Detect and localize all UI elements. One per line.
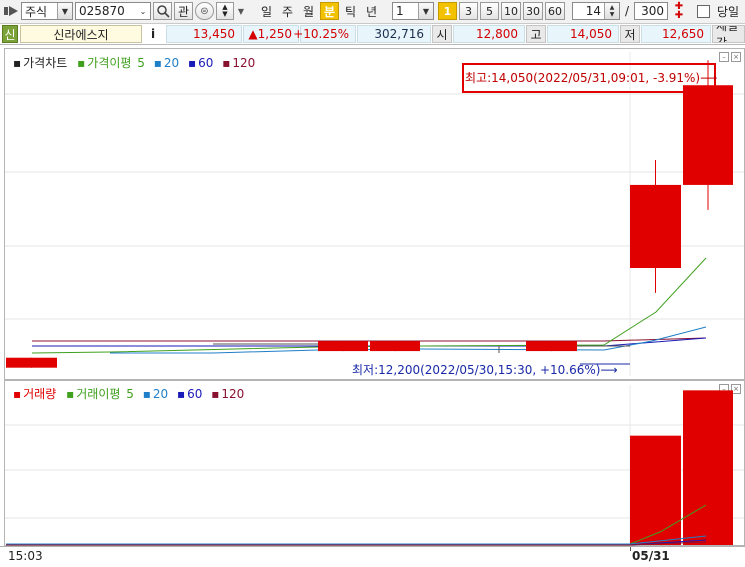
candle-body	[683, 85, 733, 185]
candle-body	[370, 341, 420, 352]
candle-body	[6, 357, 57, 368]
axis-date-label: 05/31	[632, 549, 670, 563]
high-annotation: 최고:14,050(2022/05/31,09:01, -3.91%)⟶	[465, 71, 718, 85]
volume-bar	[630, 435, 681, 545]
ma120-line	[32, 337, 707, 342]
ma5-line	[31, 257, 707, 354]
time-axis: 15:03 05/31	[0, 546, 745, 567]
volume-ma5-line	[6, 504, 707, 545]
candle-body	[526, 341, 577, 352]
candle-body	[630, 184, 681, 268]
axis-tick	[630, 547, 631, 551]
low-annotation: 최저:12,200(2022/05/30,15:30, +10.66%)⟶	[352, 363, 618, 377]
candle-body	[318, 341, 368, 352]
axis-start-time: 15:03	[8, 549, 43, 563]
volume-ma20-line	[6, 535, 707, 545]
volume-bar	[683, 390, 733, 545]
